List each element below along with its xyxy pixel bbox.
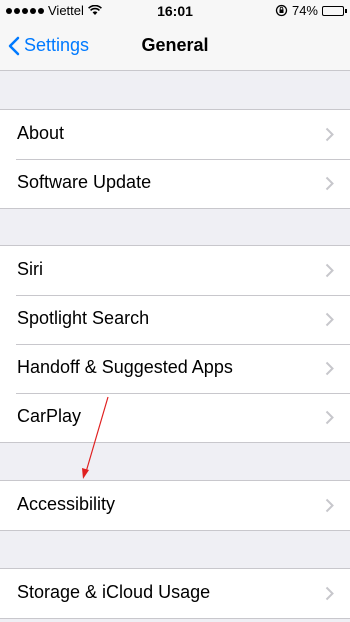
group-about: About Software Update [0, 109, 350, 209]
group-storage: Storage & iCloud Usage [0, 568, 350, 619]
row-storage-icloud[interactable]: Storage & iCloud Usage [0, 569, 350, 618]
rotation-lock-icon [275, 4, 288, 17]
chevron-right-icon [325, 586, 334, 601]
row-label: Storage & iCloud Usage [17, 582, 211, 602]
battery-percent: 74% [291, 3, 318, 18]
row-about[interactable]: About [0, 110, 350, 159]
status-bar: Viettel 16:01 74% [0, 0, 350, 22]
row-label: Software Update [17, 172, 152, 192]
row-handoff[interactable]: Handoff & Suggested Apps [0, 344, 350, 393]
row-label: Siri [17, 259, 43, 279]
battery-icon [322, 5, 347, 16]
group-siri: Siri Spotlight Search Handoff & Suggeste… [0, 245, 350, 443]
page-title: General [141, 35, 209, 55]
chevron-right-icon [325, 312, 334, 327]
row-label: Accessibility [17, 494, 116, 514]
row-label: About [17, 123, 65, 143]
row-siri[interactable]: Siri [0, 246, 350, 295]
chevron-right-icon [325, 498, 334, 513]
row-label: CarPlay [17, 406, 82, 426]
chevron-right-icon [325, 263, 334, 278]
chevron-right-icon [325, 361, 334, 376]
navigation-bar: Settings General [0, 22, 350, 71]
row-carplay[interactable]: CarPlay [0, 393, 350, 442]
row-software-update[interactable]: Software Update [0, 159, 350, 208]
row-label: Handoff & Suggested Apps [17, 357, 233, 377]
row-label: Spotlight Search [17, 308, 150, 328]
row-spotlight-search[interactable]: Spotlight Search [0, 295, 350, 344]
row-accessibility[interactable]: Accessibility [0, 481, 350, 530]
chevron-right-icon [325, 176, 334, 191]
status-right: 74% [275, 3, 347, 18]
chevron-right-icon [325, 127, 334, 142]
chevron-right-icon [325, 410, 334, 425]
group-accessibility: Accessibility [0, 480, 350, 531]
